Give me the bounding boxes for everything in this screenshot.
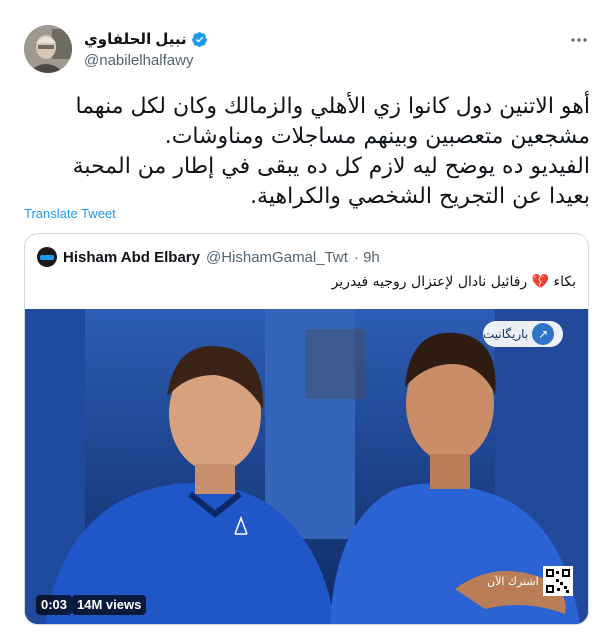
- avatar-image: [24, 25, 72, 73]
- tweet-text: أهو الاتنين دول كانوا زي الأهلي والزمالك…: [24, 92, 590, 212]
- quoted-author-avatar: [37, 247, 57, 267]
- broken-heart-icon: 💔: [531, 274, 550, 290]
- tweet-text-line: مشجعين متعصبين وبينهم مساجلات ومناوشات.: [164, 124, 590, 149]
- video-duration: 0:03: [36, 595, 73, 615]
- video-views: 14M views: [72, 595, 147, 615]
- quoted-tweet-time: · 9h: [353, 248, 380, 266]
- author-handle[interactable]: @nabilelhalfawy: [84, 52, 193, 69]
- quoted-tweet-text: بكاء 💔 رفائيل نادال لإعتزال روجيه فيدرير: [332, 274, 576, 290]
- video-player[interactable]: ↗ باريگانيت اشترك الآن 0:03 14M views: [25, 309, 588, 624]
- subscribe-text: اشترك الآن: [487, 574, 539, 588]
- avatar[interactable]: [24, 25, 72, 73]
- quoted-author-handle: @HishamGamal_Twt: [205, 248, 348, 266]
- translate-tweet-link[interactable]: Translate Tweet: [24, 206, 116, 221]
- quoted-author-name: Hisham Abd Elbary: [63, 248, 200, 266]
- channel-logo-text: باريگانيت: [483, 327, 529, 341]
- more-options-icon[interactable]: [569, 30, 589, 50]
- quoted-text-suffix: رفائيل نادال لإعتزال روجيه فيدرير: [331, 274, 528, 290]
- author-name-row[interactable]: نبيل الحلفاوي: [84, 30, 208, 48]
- quoted-text-prefix: بكاء: [553, 274, 576, 290]
- author-display-name[interactable]: نبيل الحلفاوي: [84, 30, 187, 48]
- quoted-tweet-card[interactable]: Hisham Abd Elbary @HishamGamal_Twt · 9h …: [24, 233, 589, 625]
- qr-code-icon: [542, 566, 573, 596]
- tweet-text-line: أهو الاتنين دول كانوا زي الأهلي والزمالك…: [75, 94, 591, 119]
- channel-logo: ↗ باريگانيت: [483, 321, 563, 347]
- channel-logo-icon: ↗: [532, 323, 555, 345]
- tweet-text-line: الفيديو ده يوضح ليه لازم كل ده يبقى في إ…: [72, 154, 590, 179]
- quoted-tweet-header: Hisham Abd Elbary @HishamGamal_Twt · 9h: [37, 246, 380, 268]
- subscribe-qr: اشترك الآن: [487, 566, 573, 596]
- tweet-header: نبيل الحلفاوي @nabilelhalfawy: [0, 0, 605, 80]
- verified-badge-icon: [191, 31, 207, 47]
